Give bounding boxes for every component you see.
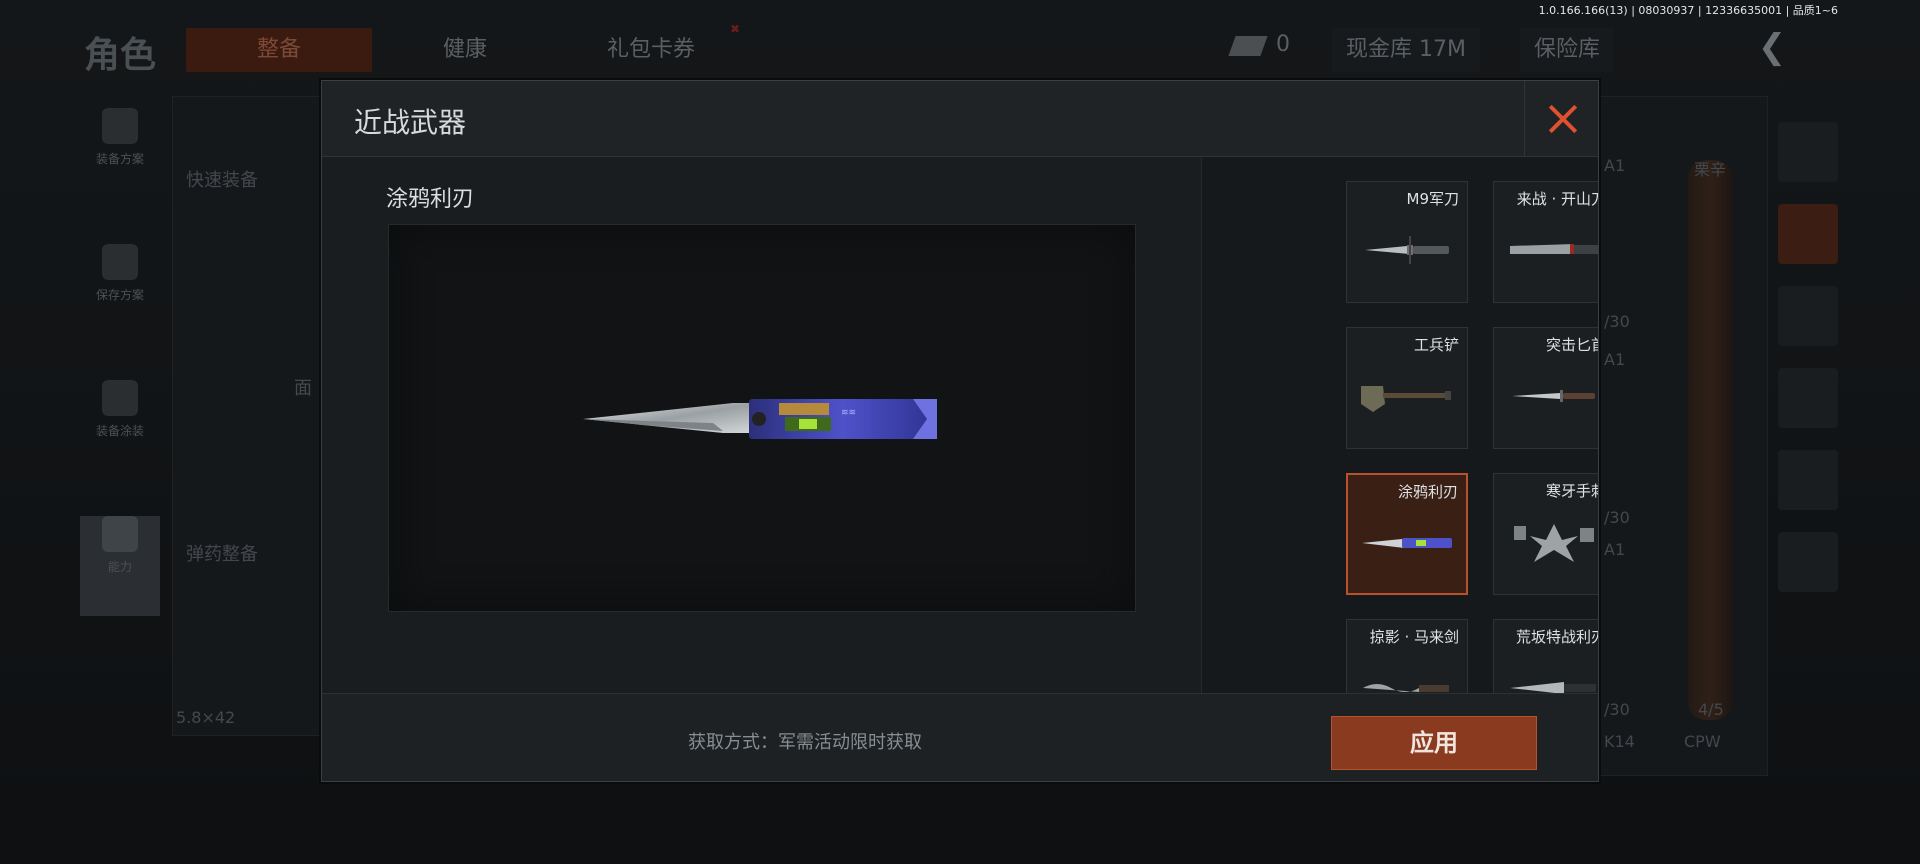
dialog-header: 近战武器 [322, 81, 1598, 157]
ticket-icon [1228, 36, 1268, 56]
tab-gift-cards[interactable]: 礼包卡券 [580, 28, 722, 72]
dialog-title: 近战武器 [354, 106, 467, 139]
sidebar-item-loadout-plan[interactable]: 装备方案 [80, 108, 160, 208]
magazine-icon[interactable] [1778, 450, 1838, 510]
claw-icon [1514, 524, 1594, 562]
sidebar-item-save-plan[interactable]: 保存方案 [80, 244, 160, 344]
weapon-name: 突击匕首 [1545, 336, 1598, 354]
weapon-label: A1 [1604, 156, 1626, 175]
ammo-equip-label[interactable]: 弹药整备 [186, 540, 258, 566]
selected-tool-icon[interactable] [1778, 204, 1838, 264]
butterfly-knife-icon: ≋≋ [583, 399, 937, 439]
apply-button[interactable]: 应用 [1331, 716, 1537, 770]
sidebar-label: 装备方案 [95, 152, 144, 166]
weapon-card[interactable]: M9军刀 [1346, 181, 1468, 303]
weapon-preview[interactable]: ≋≋ [388, 224, 1136, 612]
melee-weapon-dialog: 近战武器 涂鸦利刃 ≋≋ M9军刀 来战 · 开山刀 工兵铲 突击匕 涂鸦利刃 … [321, 80, 1599, 782]
tab-loadout[interactable]: 整备 [186, 28, 372, 72]
ticket-count: 0 [1276, 32, 1290, 57]
close-icon[interactable] [1524, 81, 1598, 157]
kris-icon [1363, 684, 1449, 692]
helmet-icon [102, 380, 138, 416]
weapon-name: M9军刀 [1406, 190, 1460, 208]
weapon-card-selected[interactable]: 涂鸦利刃 [1346, 473, 1468, 595]
quick-equip-label[interactable]: 快速装备 [186, 166, 258, 192]
left-sidebar: 装备方案 保存方案 装备涂装 能力 [80, 100, 160, 652]
ammo-caliber: 5.8×42 [176, 708, 236, 727]
weapon-name: 荒坂特战利刃 [1515, 628, 1598, 646]
weapon-card[interactable]: 突击匕首 [1493, 327, 1598, 449]
insurance-vault[interactable]: 保险库 [1520, 28, 1615, 72]
weapon-name: 寒牙手刺 [1545, 482, 1598, 500]
ammo-count: /30 [1604, 508, 1630, 527]
magazine-count: 4/5 [1698, 700, 1724, 719]
dagger-icon [1512, 390, 1595, 402]
weapon-label: A1 [1604, 350, 1626, 369]
dialog-footer: 获取方式：军需活动限时获取 应用 [322, 693, 1598, 781]
ammo-count: /30 [1604, 700, 1630, 719]
weapon-name: 涂鸦利刃 [1397, 483, 1458, 501]
weapon-list[interactable]: M9军刀 来战 · 开山刀 工兵铲 突击匕首 涂鸦 [1201, 157, 1598, 693]
weapon-label: A1 [1604, 540, 1626, 559]
weapon-label: 栗辛 [1694, 160, 1727, 179]
weapon-name: 掠影 · 马来剑 [1369, 628, 1459, 646]
weapon-card[interactable]: 寒牙手刺 [1493, 473, 1598, 595]
obtain-method-text: 获取方式：军需活动限时获取 [688, 732, 922, 753]
weapon-name: 工兵铲 [1413, 336, 1459, 354]
blade-icon [1510, 682, 1596, 693]
svg-text:≋≋: ≋≋ [841, 408, 856, 418]
bayonet-icon [1365, 236, 1449, 264]
right-toolbar [1768, 100, 1848, 780]
weapon-name: 来战 · 开山刀 [1516, 190, 1598, 208]
equipment-panel [172, 96, 322, 736]
sidebar-item-ability[interactable]: 能力 [80, 516, 160, 616]
weapon-label: CPW [1684, 732, 1721, 751]
hand-icon[interactable] [1778, 532, 1838, 592]
sidebar-label: 保存方案 [95, 288, 144, 302]
back-icon[interactable]: ❮ [1752, 30, 1792, 64]
animal-icon[interactable] [1778, 286, 1838, 346]
gun-icon[interactable] [1778, 368, 1838, 428]
sidebar-label: 能力 [107, 560, 132, 574]
rifle-image [1688, 160, 1732, 720]
weapon-label: K14 [1604, 732, 1635, 751]
butterfly-knife-icon [1362, 538, 1452, 548]
download-icon [102, 244, 138, 280]
weapon-panel [1600, 96, 1768, 776]
lightning-icon [102, 516, 138, 552]
sidebar-label: 装备涂装 [95, 424, 144, 438]
weapon-card[interactable]: 来战 · 开山刀 [1493, 181, 1598, 303]
sidebar-item-skin[interactable]: 装备涂装 [80, 380, 160, 480]
vest-icon [102, 108, 138, 144]
weapon-card[interactable]: 掠影 · 马来剑 [1346, 619, 1468, 693]
ammo-count: /30 [1604, 312, 1630, 331]
version-string: 1.0.166.166(13) | 08030937 | 12336635001… [1538, 4, 1838, 17]
shovel-icon [1361, 386, 1451, 412]
machete-icon [1510, 244, 1598, 254]
tab-health[interactable]: 健康 [402, 28, 528, 72]
selected-weapon-name: 涂鸦利刃 [386, 187, 475, 212]
cash-vault[interactable]: 现金库 17M [1332, 28, 1480, 72]
page-title: 角色 [84, 35, 157, 76]
notification-dot: ✖ [730, 22, 741, 36]
layers-icon[interactable] [1778, 122, 1838, 182]
face-label: 面 [294, 378, 312, 399]
weapon-card[interactable]: 荒坂特战利刃 [1493, 619, 1598, 693]
weapon-card[interactable]: 工兵铲 [1346, 327, 1468, 449]
